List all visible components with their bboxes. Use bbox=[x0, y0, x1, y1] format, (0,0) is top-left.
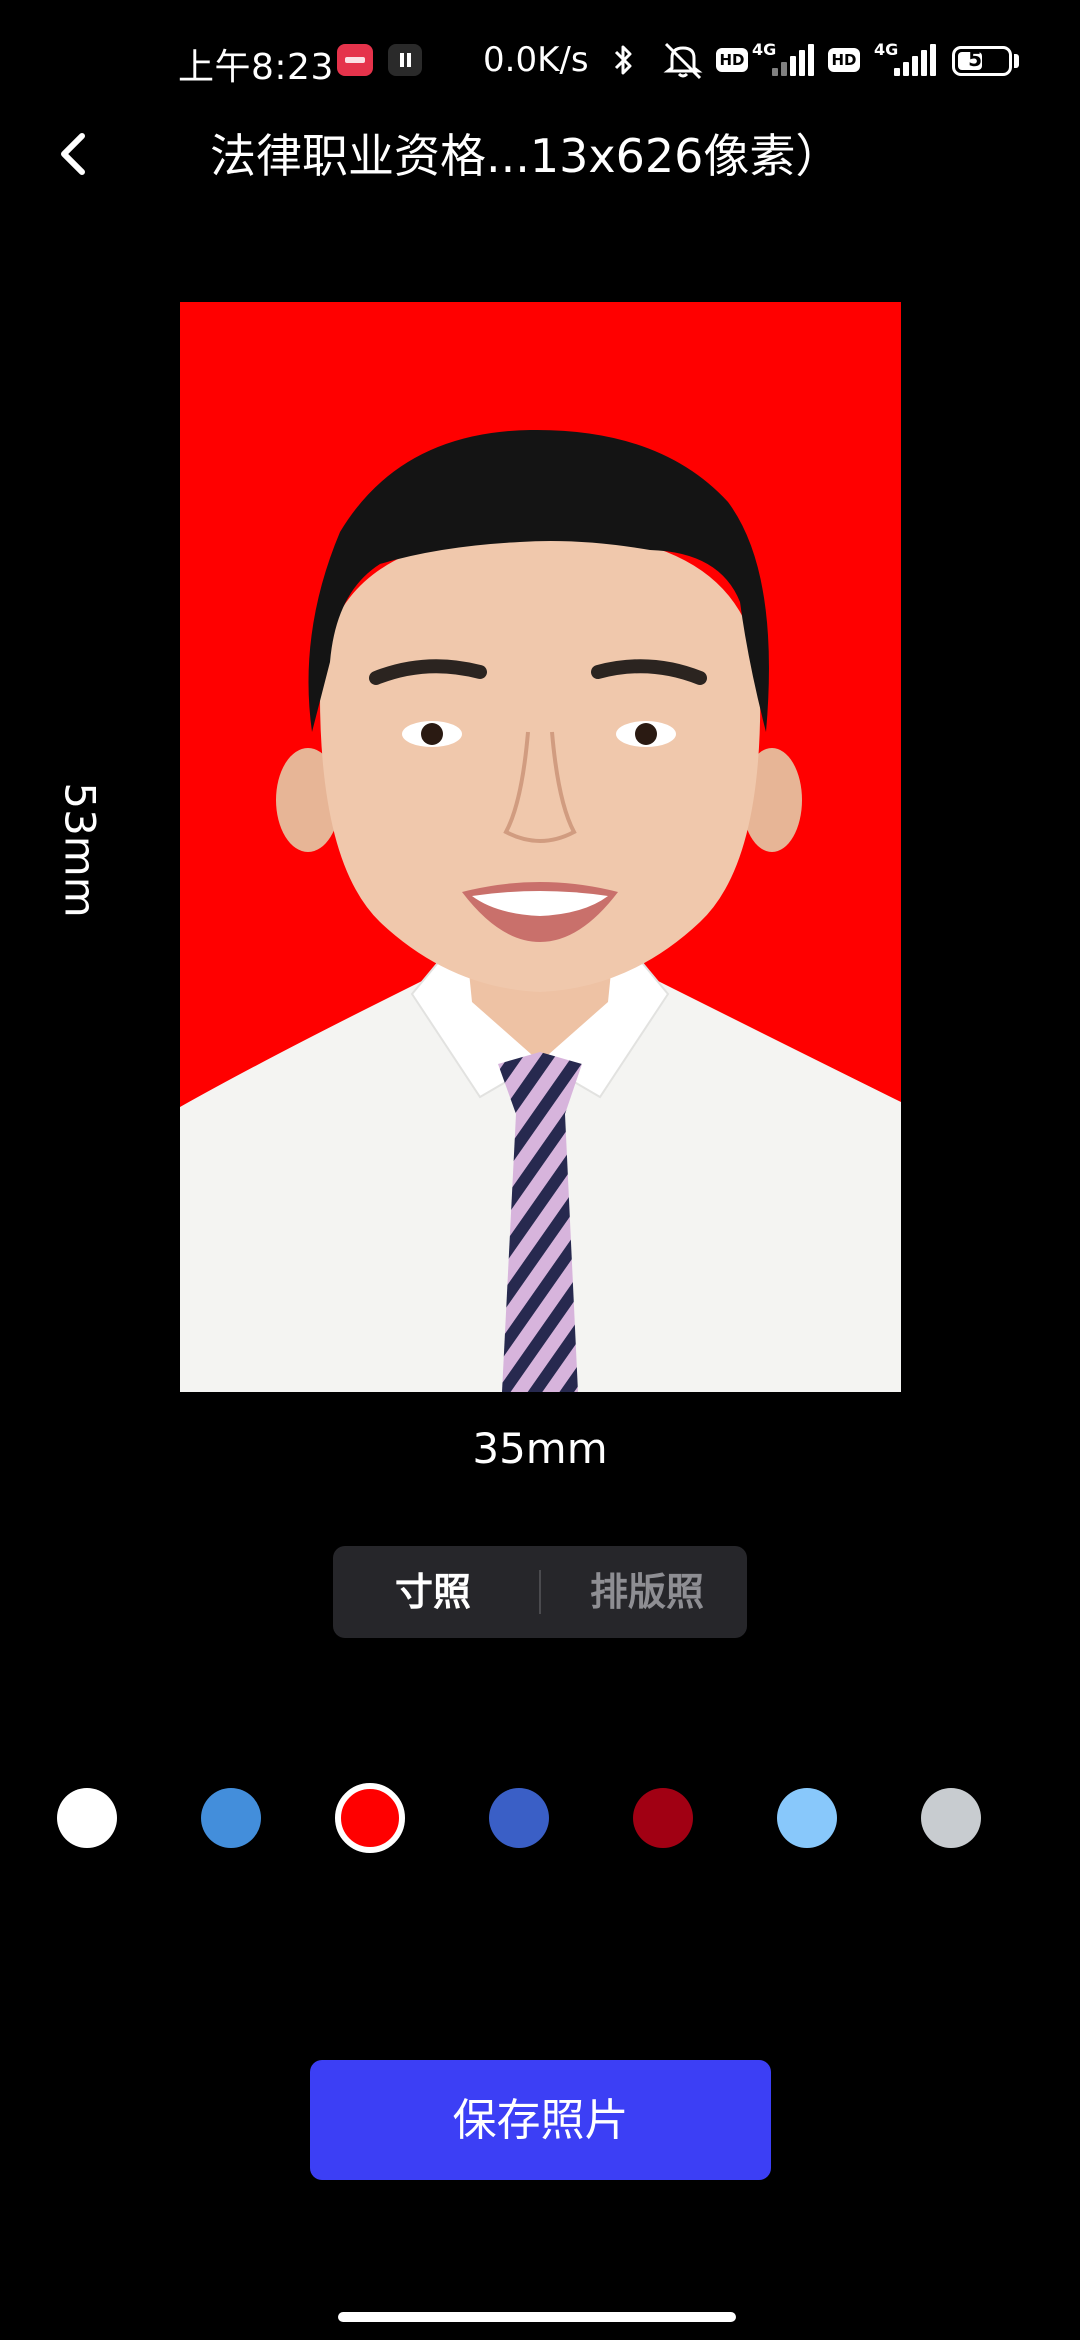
back-button[interactable] bbox=[44, 118, 108, 190]
bluetooth-icon bbox=[614, 45, 632, 75]
tab-divider bbox=[539, 1570, 541, 1614]
signal-icon bbox=[894, 44, 936, 76]
hd-icon: HD bbox=[716, 48, 748, 72]
app-notification-icon bbox=[337, 44, 373, 76]
photo-height-text: 53mm bbox=[55, 782, 105, 918]
mute-bell-icon bbox=[663, 42, 703, 80]
battery-icon: 51 bbox=[952, 46, 1012, 76]
battery-tip bbox=[1014, 54, 1019, 68]
color-swatch-dark-red[interactable] bbox=[633, 1788, 693, 1848]
color-swatch-gray[interactable] bbox=[921, 1788, 981, 1848]
photo-type-tabs: 寸照 排版照 bbox=[333, 1546, 747, 1638]
color-swatch-blue[interactable] bbox=[201, 1788, 261, 1848]
chevron-left-icon bbox=[61, 133, 85, 175]
pause-icon bbox=[388, 44, 422, 76]
id-photo-preview bbox=[180, 302, 901, 1392]
tab-layout-photo[interactable]: 排版照 bbox=[547, 1546, 747, 1638]
photo-width-label: 35mm bbox=[472, 1424, 608, 1473]
status-bar: 上午8:23 0.0K/s HD 4G HD 4G 51 bbox=[0, 0, 1080, 124]
signal-icon bbox=[772, 44, 814, 76]
page-title: 法律职业资格...13x626像素） bbox=[210, 129, 842, 183]
hd-icon: HD bbox=[828, 48, 860, 72]
battery-percent: 51 bbox=[968, 47, 996, 71]
color-swatch-light-blue[interactable] bbox=[777, 1788, 837, 1848]
color-swatch-red[interactable] bbox=[335, 1783, 405, 1853]
portrait-image bbox=[180, 429, 901, 1392]
status-time: 上午8:23 bbox=[178, 47, 334, 88]
save-photo-button[interactable]: 保存照片 bbox=[310, 2060, 771, 2180]
color-swatch-dark-blue[interactable] bbox=[489, 1788, 549, 1848]
tab-single-photo[interactable]: 寸照 bbox=[333, 1546, 533, 1638]
color-swatch-white[interactable] bbox=[57, 1788, 117, 1848]
network-speed: 0.0K/s bbox=[483, 40, 589, 80]
home-indicator[interactable] bbox=[338, 2312, 736, 2322]
